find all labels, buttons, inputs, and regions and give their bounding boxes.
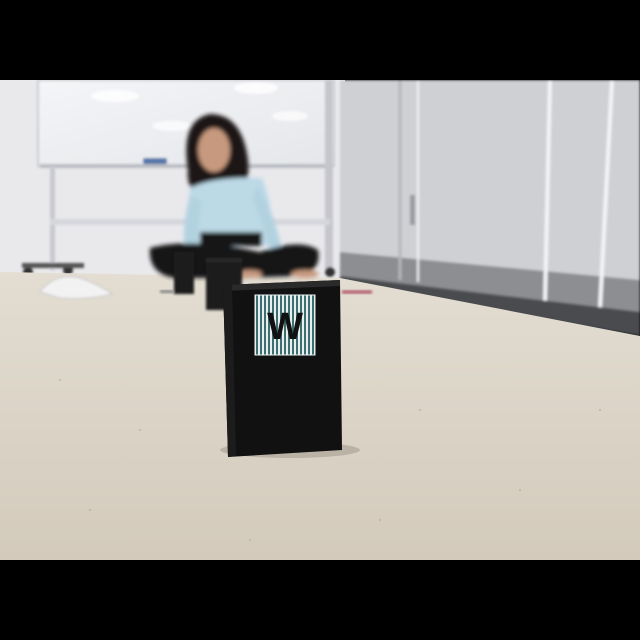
small-black-box-back [174,252,194,294]
front-black-box: W [223,280,342,457]
whiteboard [37,80,335,168]
image-frame: W [0,0,640,640]
photo: W [0,80,640,560]
box-label-letter: W [267,306,303,348]
scene-illustration: W [0,80,640,560]
box-label-card: W [254,294,316,356]
